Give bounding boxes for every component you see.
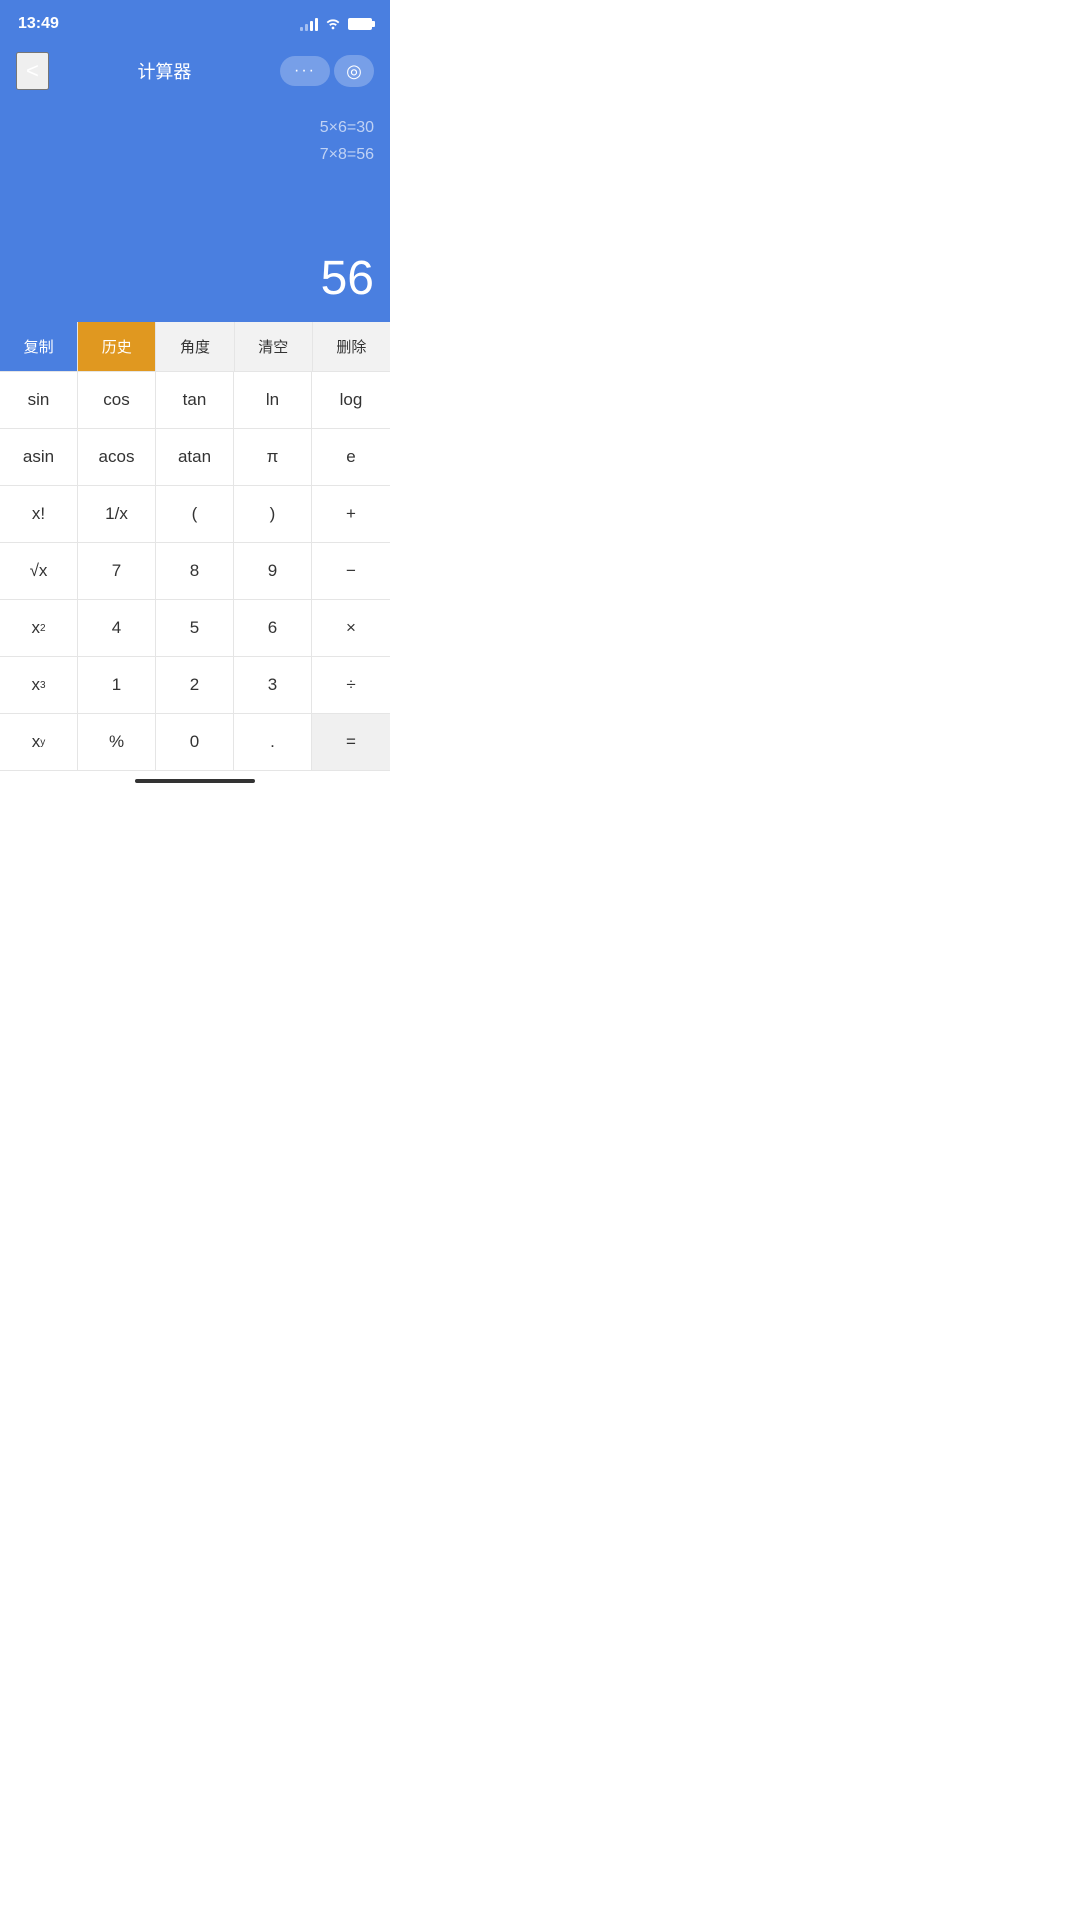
asin-key[interactable]: asin — [0, 429, 78, 486]
history-line-1: 5×6=30 — [16, 114, 374, 141]
lparen-key[interactable]: ( — [156, 486, 234, 543]
9-key[interactable]: 9 — [234, 543, 312, 600]
atan-key[interactable]: atan — [156, 429, 234, 486]
wifi-icon — [324, 16, 342, 33]
5-key[interactable]: 5 — [156, 600, 234, 657]
dot-key[interactable]: . — [234, 714, 312, 771]
history-button[interactable]: 历史 — [78, 322, 156, 371]
acos-key[interactable]: acos — [78, 429, 156, 486]
pi-key[interactable]: π — [234, 429, 312, 486]
log-key[interactable]: log — [312, 372, 390, 429]
factorial-key[interactable]: x! — [0, 486, 78, 543]
angle-button[interactable]: 角度 — [156, 322, 234, 371]
home-bar — [135, 779, 255, 783]
0-key[interactable]: 0 — [156, 714, 234, 771]
7-key[interactable]: 7 — [78, 543, 156, 600]
1-key[interactable]: 1 — [78, 657, 156, 714]
signal-icon — [300, 17, 318, 31]
more-button[interactable]: ··· — [280, 56, 330, 86]
action-row: 复制 历史 角度 清空 删除 — [0, 322, 390, 372]
divide-key[interactable]: ÷ — [312, 657, 390, 714]
history-line-2: 7×8=56 — [16, 141, 374, 168]
reciprocal-key[interactable]: 1/x — [78, 486, 156, 543]
battery-icon — [348, 18, 372, 30]
cos-key[interactable]: cos — [78, 372, 156, 429]
8-key[interactable]: 8 — [156, 543, 234, 600]
equals-key[interactable]: = — [312, 714, 390, 771]
delete-button[interactable]: 删除 — [313, 322, 390, 371]
sin-key[interactable]: sin — [0, 372, 78, 429]
e-key[interactable]: e — [312, 429, 390, 486]
app-title: 计算器 — [137, 58, 191, 84]
display-area: 5×6=30 7×8=56 56 — [0, 102, 390, 322]
copy-button[interactable]: 复制 — [0, 322, 78, 371]
6-key[interactable]: 6 — [234, 600, 312, 657]
plus-key[interactable]: + — [312, 486, 390, 543]
4-key[interactable]: 4 — [78, 600, 156, 657]
rparen-key[interactable]: ) — [234, 486, 312, 543]
status-icons — [300, 16, 372, 33]
home-indicator — [0, 771, 390, 787]
status-bar: 13:49 — [0, 0, 390, 44]
clear-button[interactable]: 清空 — [235, 322, 313, 371]
eye-button[interactable]: ◎ — [334, 55, 374, 87]
3-key[interactable]: 3 — [234, 657, 312, 714]
2-key[interactable]: 2 — [156, 657, 234, 714]
back-button[interactable]: < — [16, 52, 49, 90]
minus-key[interactable]: − — [312, 543, 390, 600]
x3-key[interactable]: x3 — [0, 657, 78, 714]
percent-key[interactable]: % — [78, 714, 156, 771]
current-result: 56 — [16, 251, 374, 306]
app-header: < 计算器 ··· ◎ — [0, 44, 390, 102]
history-display: 5×6=30 7×8=56 — [16, 114, 374, 168]
multiply-key[interactable]: × — [312, 600, 390, 657]
tan-key[interactable]: tan — [156, 372, 234, 429]
x2-key[interactable]: x2 — [0, 600, 78, 657]
keypad: sin cos tan ln log asin acos atan π e x!… — [0, 372, 390, 771]
header-actions: ··· ◎ — [280, 55, 374, 87]
ln-key[interactable]: ln — [234, 372, 312, 429]
sqrt-key[interactable]: √x — [0, 543, 78, 600]
xy-key[interactable]: xy — [0, 714, 78, 771]
status-time: 13:49 — [18, 15, 59, 33]
